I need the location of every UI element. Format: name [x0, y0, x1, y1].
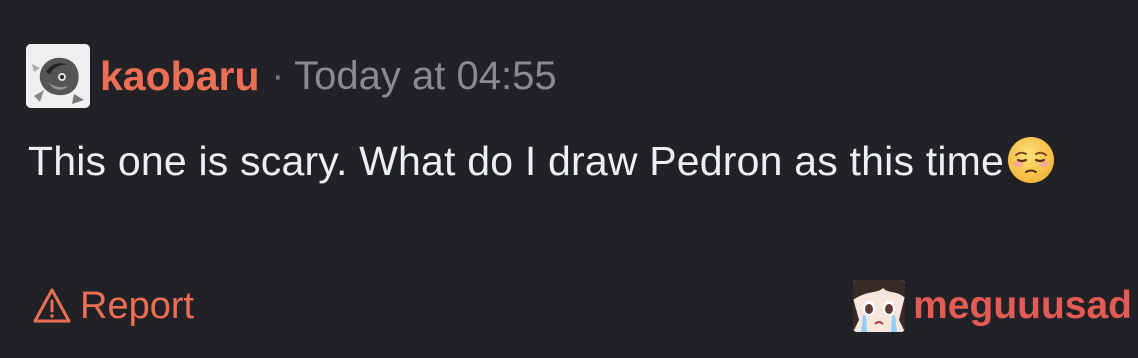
- message-timestamp: Today at 04:55: [294, 54, 557, 98]
- message-card: kaobaru · Today at 04:55 This one is sca…: [0, 0, 1138, 358]
- pensive-face-icon: [1008, 137, 1055, 183]
- message-text: This one is scary. What do I draw Pedron…: [28, 138, 1005, 184]
- message-header: kaobaru · Today at 04:55: [26, 44, 557, 108]
- author-avatar[interactable]: [26, 44, 90, 108]
- reactor-user[interactable]: meguuusad: [853, 278, 1132, 334]
- report-label: Report: [80, 285, 195, 327]
- header-separator: ·: [271, 55, 285, 97]
- message-body: This one is scary. What do I draw Pedron…: [28, 132, 1088, 190]
- reactor-avatar: [853, 280, 906, 332]
- report-button[interactable]: Report: [32, 282, 194, 330]
- reactor-name: meguuusad: [913, 284, 1132, 327]
- author-name[interactable]: kaobaru: [100, 44, 260, 108]
- crying-anime-avatar-icon: [853, 280, 906, 332]
- sketch-avatar-icon: [26, 44, 90, 108]
- warning-triangle-icon: [33, 288, 71, 323]
